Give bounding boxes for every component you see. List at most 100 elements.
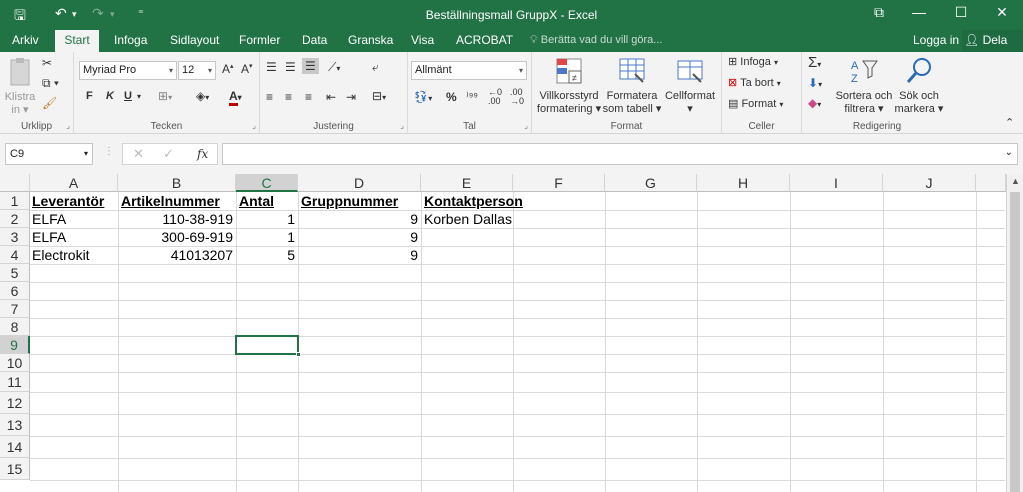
cell-a4[interactable]: Electrokit bbox=[32, 246, 90, 264]
align-middle-icon[interactable]: ☰ bbox=[285, 60, 296, 74]
autosum-icon[interactable]: Σ▾ bbox=[808, 54, 821, 71]
increase-decimal-icon[interactable]: ←0.00 bbox=[488, 88, 502, 106]
cell-d3[interactable]: 9 bbox=[298, 228, 418, 246]
row-header-4[interactable]: 4 bbox=[0, 246, 30, 264]
row-header-8[interactable]: 8 bbox=[0, 318, 30, 336]
copy-icon[interactable]: ⧉ ▾ bbox=[42, 76, 59, 91]
cell-a2[interactable]: ELFA bbox=[32, 210, 66, 228]
number-dialog-launcher-icon[interactable]: ⌟ bbox=[524, 121, 528, 130]
cell-e1[interactable]: Kontaktperson bbox=[424, 192, 523, 210]
row-header-10[interactable]: 10 bbox=[0, 354, 30, 372]
clipboard-dialog-launcher-icon[interactable]: ⌟ bbox=[66, 121, 70, 130]
vertical-scrollbar[interactable]: ▲ bbox=[1006, 174, 1023, 492]
conditional-formatting-button[interactable]: ≠ Villkorsstyrd formatering ▾ bbox=[536, 56, 602, 116]
format-as-table-button[interactable]: Formatera som tabell ▾ bbox=[602, 56, 662, 116]
font-size-dropdown[interactable]: 12 ▾ bbox=[178, 61, 216, 80]
bold-button[interactable]: F bbox=[86, 90, 93, 102]
number-format-dropdown[interactable]: Allmänt ▾ bbox=[411, 61, 527, 80]
underline-button[interactable]: U bbox=[124, 90, 132, 102]
column-header-f[interactable]: F bbox=[513, 174, 605, 192]
enter-icon[interactable]: ✓ bbox=[163, 146, 174, 162]
alignment-dialog-launcher-icon[interactable]: ⌟ bbox=[400, 121, 404, 130]
share-button[interactable]: 👤︎ Dela bbox=[962, 30, 1023, 52]
row-header-9[interactable]: 9 bbox=[0, 336, 30, 354]
decrease-font-icon[interactable]: A▾ bbox=[241, 62, 253, 76]
font-color-icon[interactable]: A▾ bbox=[229, 89, 242, 106]
fill-handle[interactable] bbox=[296, 352, 301, 357]
percent-icon[interactable]: % bbox=[446, 90, 457, 104]
insert-cells-button[interactable]: ⊞ Infoga ▾ bbox=[728, 56, 778, 69]
column-header-d[interactable]: D bbox=[298, 174, 421, 192]
tab-formler[interactable]: Formler bbox=[237, 30, 282, 52]
row-header-6[interactable]: 6 bbox=[0, 282, 30, 300]
tab-arkiv[interactable]: Arkiv bbox=[10, 30, 41, 52]
ribbon-display-icon[interactable]: ⧉ bbox=[864, 4, 894, 21]
column-header-j[interactable]: J bbox=[883, 174, 976, 192]
tab-start[interactable]: Start bbox=[55, 30, 99, 52]
sort-filter-button[interactable]: AZ Sortera och filtrera ▾ bbox=[832, 56, 896, 116]
format-cells-button[interactable]: ▤ Format ▾ bbox=[728, 98, 783, 111]
tab-sidlayout[interactable]: Sidlayout bbox=[168, 30, 221, 52]
name-box[interactable]: C9 ▾ bbox=[5, 143, 93, 165]
increase-indent-icon[interactable]: ⇥ bbox=[346, 90, 356, 104]
row-header-3[interactable]: 3 bbox=[0, 228, 30, 246]
align-top-icon[interactable]: ☰ bbox=[266, 60, 277, 74]
row-header-14[interactable]: 14 bbox=[0, 436, 30, 458]
align-left-icon[interactable]: ≡ bbox=[266, 90, 273, 104]
format-painter-icon[interactable]: 🖌︎ bbox=[42, 96, 57, 110]
align-center-icon[interactable]: ≡ bbox=[285, 90, 292, 104]
cell-styles-button[interactable]: Cellformat ▾ bbox=[662, 56, 718, 116]
cut-icon[interactable]: ✂ bbox=[42, 56, 52, 70]
tab-infoga[interactable]: Infoga bbox=[112, 30, 149, 52]
row-header-15[interactable]: 15 bbox=[0, 458, 30, 480]
scrollbar-thumb[interactable] bbox=[1010, 192, 1020, 492]
merge-center-icon[interactable]: ⊟▾ bbox=[372, 89, 386, 103]
cell-c4[interactable]: 5 bbox=[236, 246, 295, 264]
cell-b4[interactable]: 41013207 bbox=[118, 246, 233, 264]
align-bottom-icon[interactable]: ☰ bbox=[302, 58, 319, 74]
orientation-icon[interactable]: ⟋▾ bbox=[328, 60, 340, 75]
tab-granska[interactable]: Granska bbox=[346, 30, 395, 52]
decrease-decimal-icon[interactable]: .00 →0 bbox=[510, 88, 524, 106]
active-cell-c9[interactable] bbox=[235, 335, 301, 357]
tell-me-search[interactable]: 💡︎ Berätta vad du vill göra... bbox=[530, 30, 662, 50]
font-name-dropdown[interactable]: Myriad Pro ▾ bbox=[79, 61, 177, 80]
underline-dropdown-icon[interactable]: ▾ bbox=[137, 92, 141, 101]
login-link[interactable]: Logga in bbox=[911, 30, 961, 52]
row-header-11[interactable]: 11 bbox=[0, 372, 30, 392]
font-dialog-launcher-icon[interactable]: ⌟ bbox=[252, 121, 256, 130]
italic-button[interactable]: K bbox=[106, 90, 114, 102]
increase-font-icon[interactable]: A▴ bbox=[222, 62, 234, 76]
cell-c2[interactable]: 1 bbox=[236, 210, 295, 228]
row-header-12[interactable]: 12 bbox=[0, 392, 30, 414]
row-header-1[interactable]: 1 bbox=[0, 192, 30, 210]
expand-formula-icon[interactable]: ⌄ bbox=[1005, 147, 1013, 158]
find-select-button[interactable]: Sök och markera ▾ bbox=[894, 56, 944, 116]
decrease-indent-icon[interactable]: ⇤ bbox=[326, 90, 336, 104]
delete-cells-button[interactable]: ⊠ Ta bort ▾ bbox=[728, 77, 781, 90]
wrap-text-icon[interactable]: ⤶ bbox=[372, 60, 379, 75]
comma-style-icon[interactable]: ⁾⁹⁹ bbox=[466, 90, 478, 103]
column-header-b[interactable]: B bbox=[118, 174, 236, 192]
cell-c3[interactable]: 1 bbox=[236, 228, 295, 246]
insert-function-icon[interactable]: fx bbox=[197, 147, 208, 161]
column-header-c[interactable]: C bbox=[236, 174, 298, 192]
collapse-ribbon-icon[interactable]: ⌃ bbox=[1005, 116, 1014, 129]
minimize-icon[interactable]: — bbox=[904, 4, 934, 20]
fill-icon[interactable]: ⬇▾ bbox=[808, 76, 822, 90]
tab-data[interactable]: Data bbox=[300, 30, 329, 52]
cancel-icon[interactable]: ✕ bbox=[133, 146, 144, 162]
borders-icon[interactable]: ⊞▾ bbox=[158, 89, 172, 103]
select-all-corner[interactable] bbox=[0, 174, 30, 192]
cell-d4[interactable]: 9 bbox=[298, 246, 418, 264]
column-header-e[interactable]: E bbox=[421, 174, 513, 192]
cell-a1[interactable]: Leverantör bbox=[32, 192, 104, 210]
column-header-i[interactable]: I bbox=[790, 174, 883, 192]
column-header-h[interactable]: H bbox=[697, 174, 790, 192]
row-header-2[interactable]: 2 bbox=[0, 210, 30, 228]
tab-visa[interactable]: Visa bbox=[409, 30, 436, 52]
formula-input[interactable]: ⌄ bbox=[222, 143, 1018, 165]
clear-icon[interactable]: ◆▾ bbox=[808, 96, 821, 110]
cell-a3[interactable]: ELFA bbox=[32, 228, 66, 246]
align-right-icon[interactable]: ≡ bbox=[305, 90, 312, 104]
